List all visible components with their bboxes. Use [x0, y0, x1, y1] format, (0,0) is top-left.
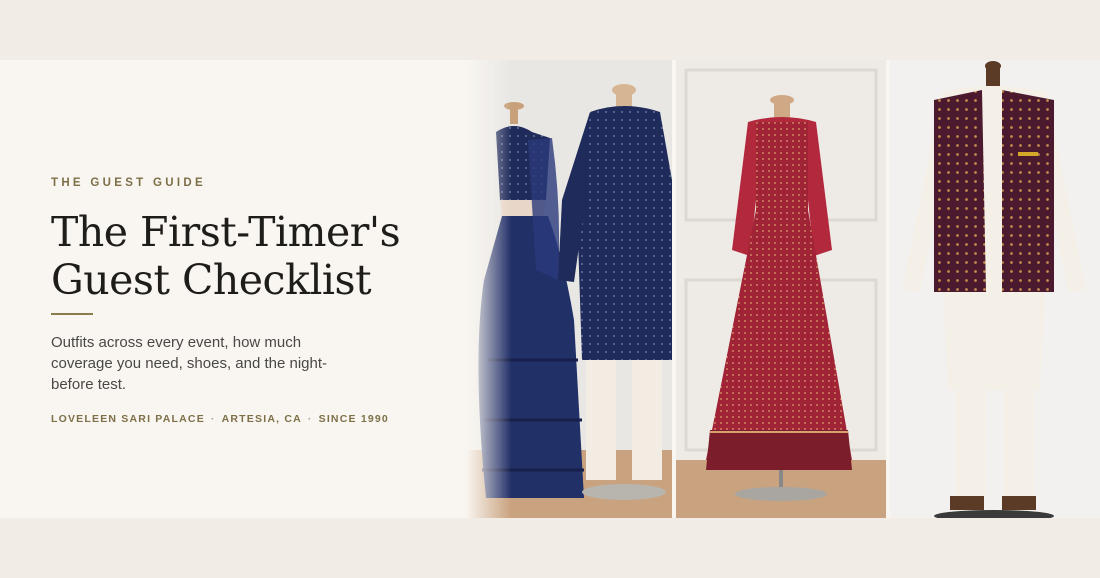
byline-separator: · [210, 413, 216, 425]
eyebrow-label: THE GUEST GUIDE [51, 177, 206, 189]
title-line-1: The First-Timer's [51, 208, 401, 256]
store-byline: LOVELEEN SARI PALACE · ARTESIA, CA · SINCE 1… [51, 413, 389, 425]
hero-banner: THE GUEST GUIDE The First-Timer's Guest … [0, 60, 1100, 518]
nehru-jacket-photo [890, 60, 1100, 518]
store-since: SINCE 1990 [318, 413, 389, 425]
title-divider [51, 313, 93, 315]
page-title: The First-Timer's Guest Checklist [51, 208, 451, 304]
title-line-2: Guest Checklist [51, 256, 372, 304]
byline-separator: · [307, 413, 313, 425]
subtitle: Outfits across every event, how much cov… [51, 334, 328, 393]
store-name: LOVELEEN SARI PALACE [51, 413, 205, 425]
anarkali-photo [676, 60, 886, 518]
hero-text-panel: THE GUEST GUIDE The First-Timer's Guest … [51, 60, 431, 518]
store-location: ARTESIA, CA [221, 413, 302, 425]
saree-and-kurta-photo [466, 60, 672, 518]
